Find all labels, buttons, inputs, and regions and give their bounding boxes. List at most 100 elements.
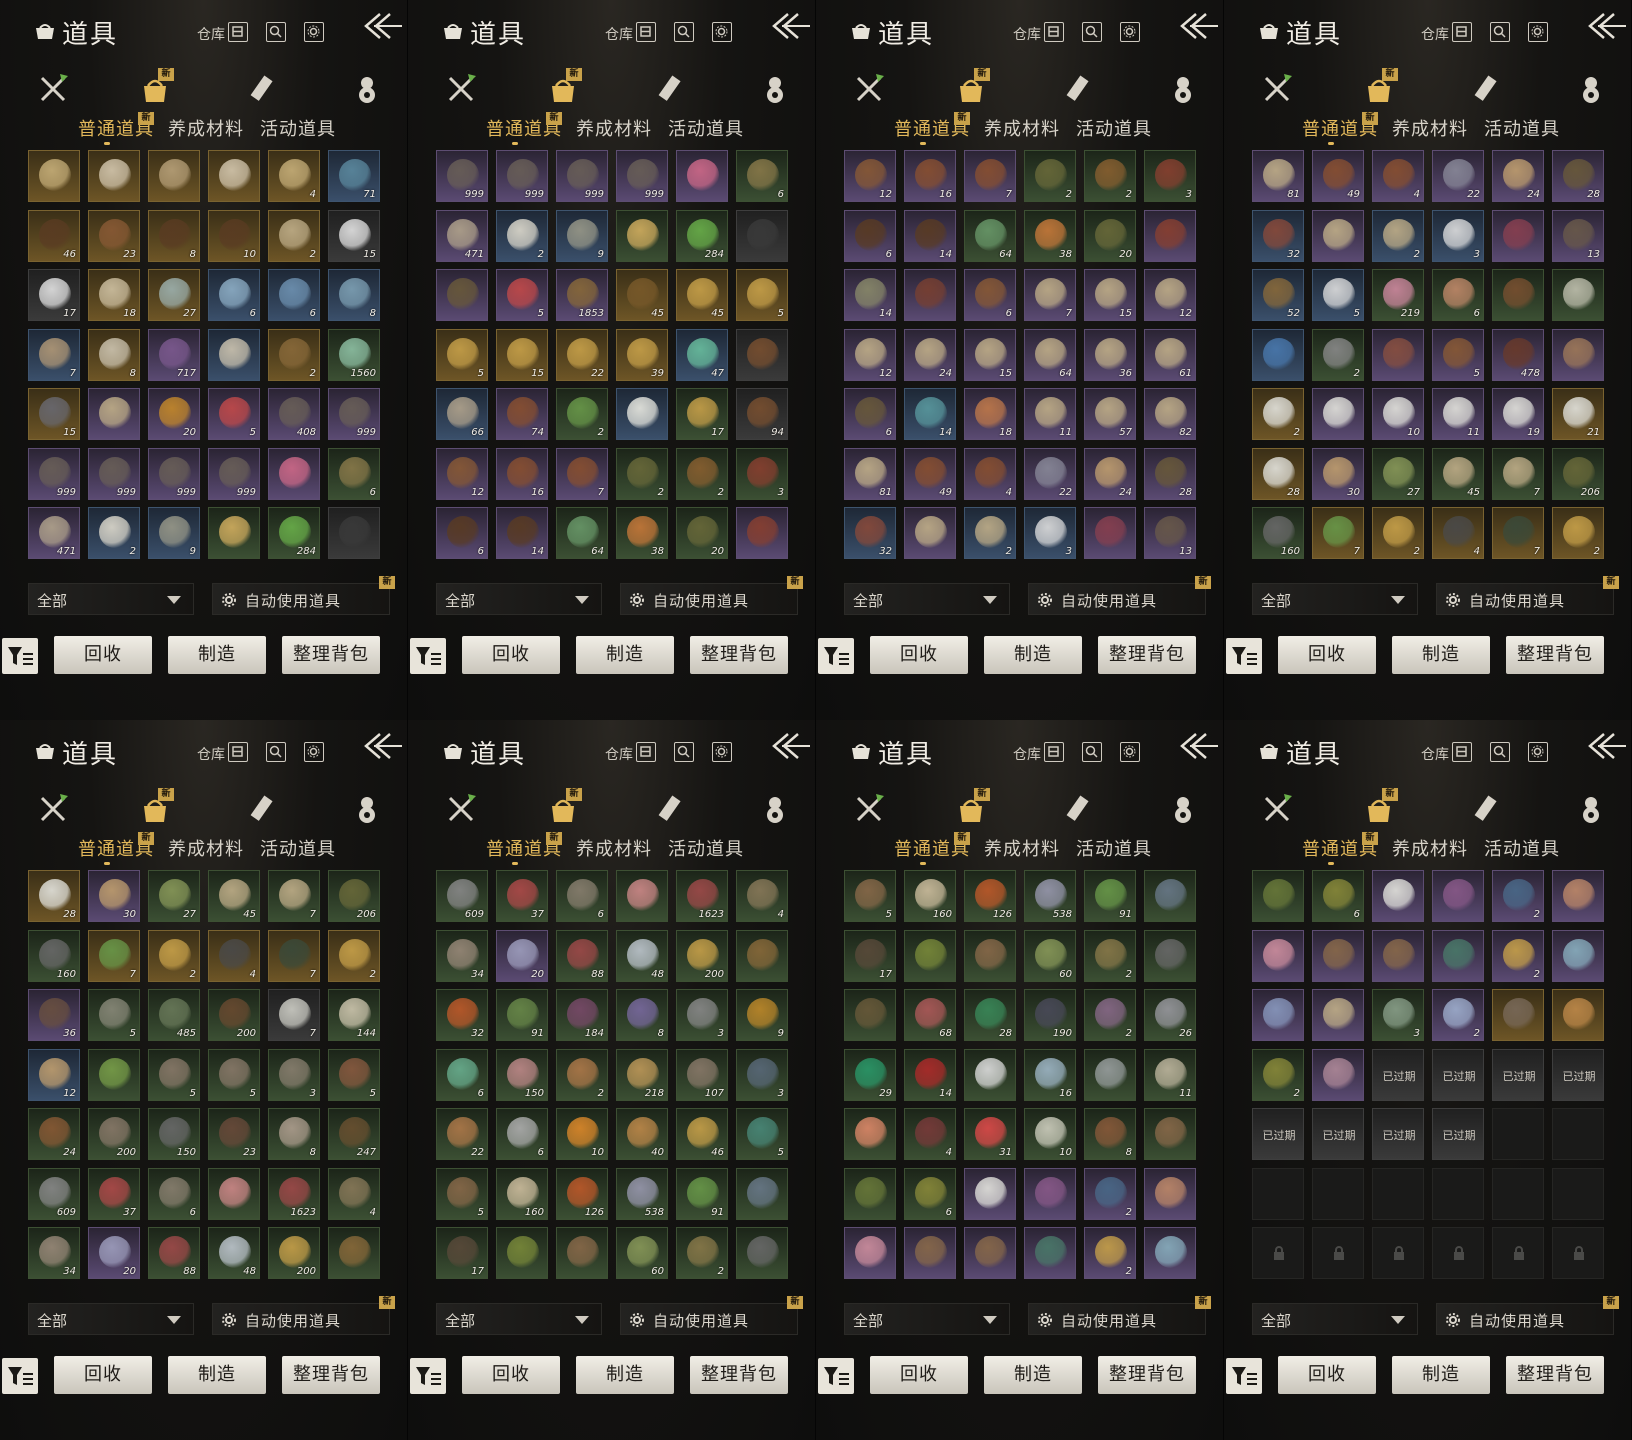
item-slot[interactable]: 11 <box>1024 388 1076 440</box>
scroll-category-icon[interactable] <box>1468 792 1502 826</box>
item-slot[interactable] <box>676 150 728 202</box>
item-slot[interactable]: 471 <box>436 209 488 262</box>
item-slot[interactable] <box>556 1227 608 1279</box>
item-slot[interactable]: 3 <box>1024 507 1076 559</box>
item-slot[interactable]: 45 <box>208 870 260 922</box>
item-slot[interactable]: 12 <box>844 150 896 202</box>
item-slot[interactable]: 88 <box>556 929 608 982</box>
item-slot[interactable] <box>1312 388 1364 440</box>
recycle-button[interactable]: 回收 <box>462 636 560 674</box>
item-slot[interactable]: 7 <box>88 929 140 982</box>
item-slot[interactable]: 5 <box>208 1048 260 1101</box>
settings-button[interactable] <box>712 742 732 762</box>
item-slot[interactable]: 45 <box>676 269 728 321</box>
item-slot[interactable]: 107 <box>676 1048 728 1101</box>
item-slot[interactable]: 20 <box>676 507 728 559</box>
weapon-category-icon[interactable] <box>852 72 886 106</box>
search-button[interactable] <box>266 742 286 762</box>
storage-button[interactable] <box>1452 742 1472 762</box>
item-slot[interactable] <box>496 1227 548 1279</box>
item-slot[interactable]: 11 <box>1432 388 1484 440</box>
item-slot[interactable] <box>1372 328 1424 381</box>
item-slot[interactable]: 64 <box>964 209 1016 262</box>
item-slot[interactable]: 999 <box>208 447 260 500</box>
item-slot[interactable]: 36 <box>28 989 80 1041</box>
item-slot[interactable]: 已过期 <box>1432 1108 1484 1160</box>
item-slot[interactable]: 24 <box>904 328 956 381</box>
auto-use-toggle[interactable]: 自动使用道具 新 <box>212 576 395 615</box>
weapon-category-icon[interactable] <box>1260 792 1294 826</box>
settings-button[interactable] <box>304 742 324 762</box>
item-slot[interactable]: 21 <box>1552 388 1604 440</box>
item-slot[interactable]: 999 <box>148 447 200 500</box>
item-slot[interactable]: 7 <box>556 447 608 500</box>
item-slot[interactable]: 200 <box>88 1108 140 1160</box>
weapon-category-icon[interactable] <box>444 792 478 826</box>
item-slot[interactable]: 27 <box>148 870 200 922</box>
search-button[interactable] <box>674 742 694 762</box>
item-slot[interactable]: 12 <box>436 447 488 500</box>
item-slot[interactable] <box>1252 328 1304 381</box>
item-slot[interactable] <box>436 269 488 321</box>
item-slot[interactable]: 13 <box>1144 507 1196 559</box>
item-slot[interactable]: 2 <box>1084 929 1136 982</box>
item-slot[interactable]: 30 <box>1312 447 1364 500</box>
gourd-category-icon[interactable] <box>758 72 792 106</box>
tab-growth-materials[interactable]: 养成材料 <box>168 115 244 141</box>
item-slot[interactable] <box>1312 1227 1364 1279</box>
item-slot[interactable]: 20 <box>496 929 548 982</box>
item-slot[interactable]: 81 <box>844 447 896 500</box>
scroll-category-icon[interactable] <box>652 792 686 826</box>
item-slot[interactable] <box>736 328 788 381</box>
item-slot[interactable]: 74 <box>496 388 548 440</box>
item-slot[interactable] <box>208 507 260 559</box>
item-slot[interactable]: 7 <box>268 929 320 982</box>
item-slot[interactable]: 49 <box>904 447 956 500</box>
item-slot[interactable]: 15 <box>496 328 548 381</box>
item-slot[interactable] <box>208 1167 260 1220</box>
item-slot[interactable]: 2 <box>964 507 1016 559</box>
item-slot[interactable]: 1623 <box>268 1167 320 1220</box>
category-filter-dropdown[interactable]: 全部 <box>28 1303 194 1335</box>
item-slot[interactable]: 34 <box>436 929 488 982</box>
item-slot[interactable]: 已过期 <box>1252 1108 1304 1160</box>
item-slot[interactable]: 10 <box>208 209 260 262</box>
item-slot[interactable]: 2 <box>268 328 320 381</box>
item-slot[interactable]: 2 <box>556 388 608 440</box>
item-slot[interactable] <box>964 929 1016 982</box>
settings-button[interactable] <box>1120 22 1140 42</box>
craft-button[interactable]: 制造 <box>984 1356 1082 1394</box>
item-slot[interactable]: 5 <box>88 989 140 1041</box>
item-slot[interactable]: 4 <box>328 1167 380 1220</box>
item-slot[interactable]: 38 <box>616 507 668 559</box>
item-slot[interactable]: 18 <box>964 388 1016 440</box>
item-slot[interactable]: 6 <box>964 269 1016 321</box>
item-slot[interactable]: 16 <box>904 150 956 202</box>
item-slot[interactable]: 17 <box>844 929 896 982</box>
item-slot[interactable] <box>1252 929 1304 982</box>
filter-sort-button[interactable] <box>1226 1358 1262 1394</box>
item-slot[interactable]: 5 <box>328 1048 380 1101</box>
item-slot[interactable] <box>616 388 668 440</box>
item-slot[interactable]: 40 <box>616 1108 668 1160</box>
sort-bag-button[interactable]: 整理背包 <box>1506 1356 1604 1394</box>
item-slot[interactable]: 91 <box>496 989 548 1041</box>
item-slot[interactable]: 144 <box>328 989 380 1041</box>
back-arrow-icon[interactable] <box>1584 10 1628 44</box>
sort-bag-button[interactable]: 整理背包 <box>690 636 788 674</box>
item-slot[interactable]: 15 <box>28 388 80 440</box>
storage-button[interactable] <box>636 742 656 762</box>
item-slot[interactable] <box>1492 269 1544 321</box>
item-slot[interactable]: 538 <box>1024 870 1076 922</box>
item-slot[interactable]: 6 <box>844 209 896 262</box>
item-slot[interactable]: 16 <box>496 447 548 500</box>
craft-button[interactable]: 制造 <box>168 636 266 674</box>
item-slot[interactable]: 68 <box>904 989 956 1041</box>
item-slot[interactable]: 38 <box>1024 209 1076 262</box>
item-slot[interactable]: 6 <box>208 269 260 321</box>
category-filter-dropdown[interactable]: 全部 <box>28 583 194 615</box>
item-slot[interactable] <box>1552 929 1604 982</box>
item-slot[interactable] <box>1552 870 1604 922</box>
item-slot[interactable]: 7 <box>268 870 320 922</box>
tab-growth-materials[interactable]: 养成材料 <box>576 835 652 861</box>
